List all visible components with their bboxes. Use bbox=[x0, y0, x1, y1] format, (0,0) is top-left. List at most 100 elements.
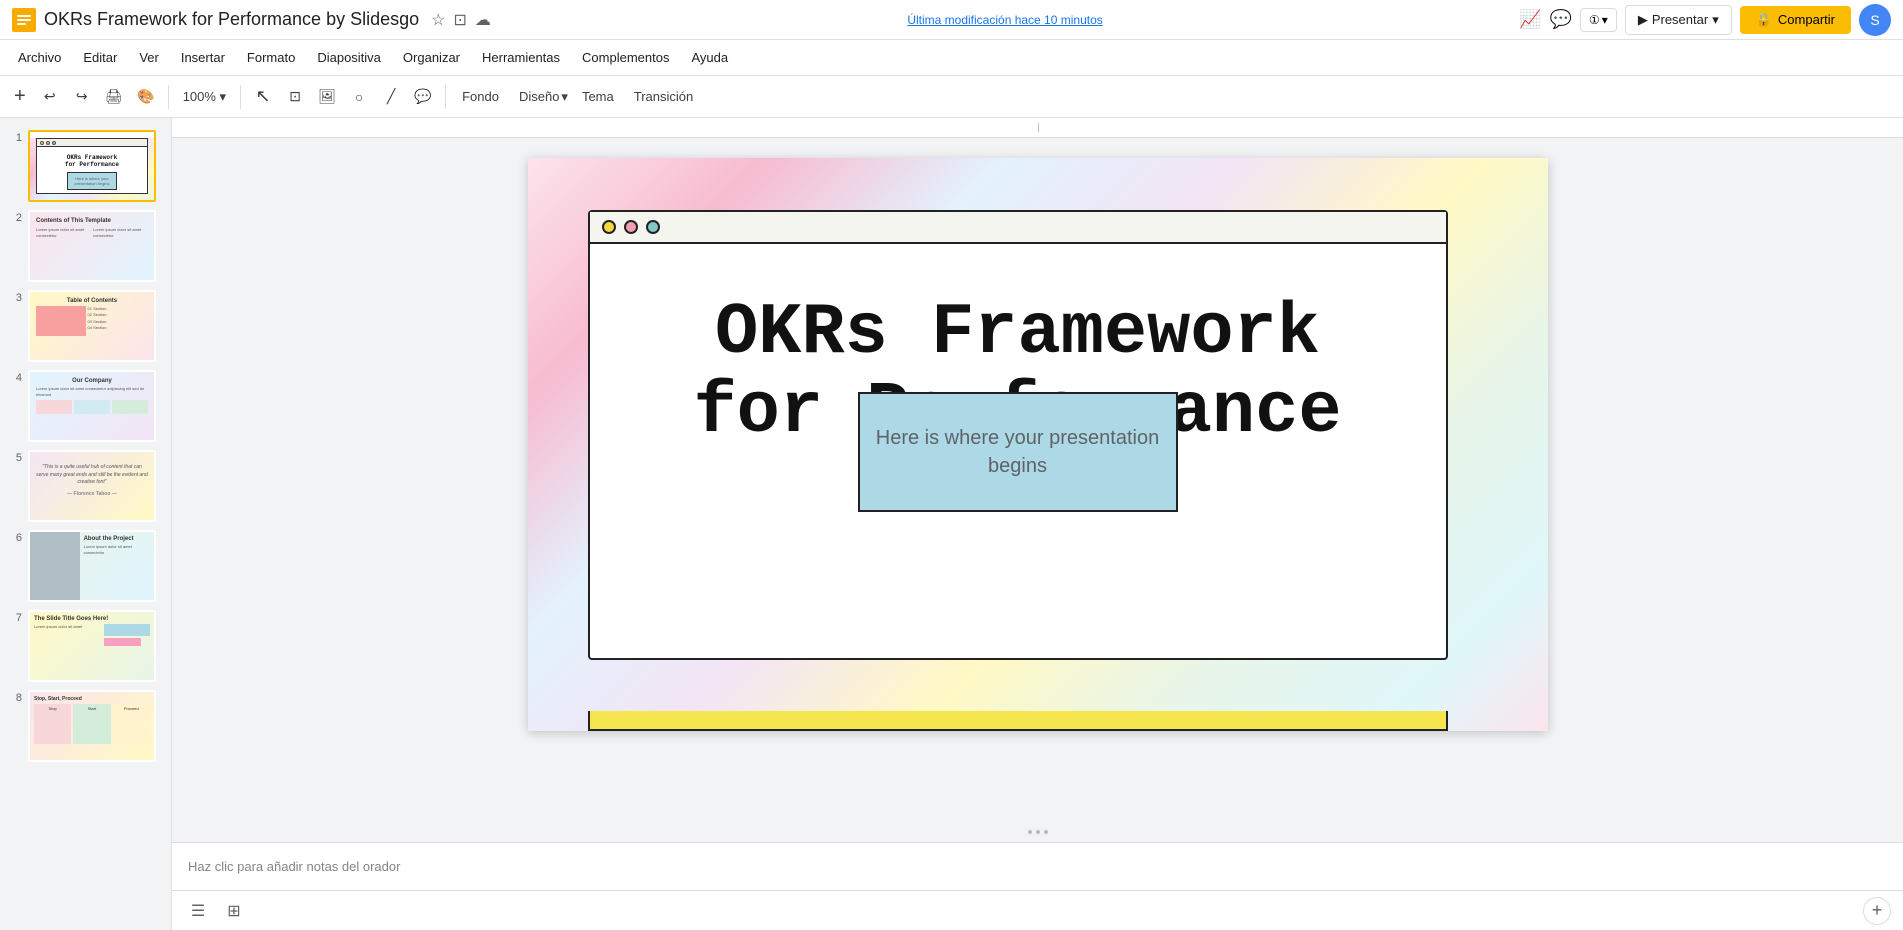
slide-thumbnail-3[interactable]: Table of Contents 01 Section02 Section03… bbox=[28, 290, 156, 362]
menu-insertar[interactable]: Insertar bbox=[171, 46, 235, 69]
share-lock-icon: 🔒 bbox=[1756, 12, 1772, 28]
browser-dot-teal bbox=[646, 220, 660, 234]
menu-organizar[interactable]: Organizar bbox=[393, 46, 470, 69]
zoom-button[interactable]: 100% ▾ bbox=[177, 83, 232, 111]
zoom-level: ① bbox=[1589, 13, 1600, 27]
add-button[interactable]: + bbox=[8, 83, 32, 111]
slide-number-7: 7 bbox=[8, 612, 22, 624]
share-label: Compartir bbox=[1778, 12, 1835, 27]
menu-ayuda[interactable]: Ayuda bbox=[681, 46, 738, 69]
slide-canvas: OKRs Framework for Performance Here is w… bbox=[528, 158, 1548, 731]
slide-number-1: 1 bbox=[8, 132, 22, 144]
analytics-icon[interactable]: 📈 bbox=[1519, 9, 1541, 30]
print-button[interactable]: 🖨 bbox=[100, 83, 128, 111]
cursor-tool[interactable]: ↖ bbox=[249, 83, 277, 111]
zoom-dropdown-icon: ▾ bbox=[1602, 13, 1608, 27]
paint-format-button[interactable]: 🎨 bbox=[132, 83, 160, 111]
browser-content: OKRs Framework for Performance Here is w… bbox=[590, 244, 1446, 502]
last-modified-text: Última modificación hace 10 minutos bbox=[907, 13, 1102, 27]
text-box-tool[interactable]: ⊡ bbox=[281, 83, 309, 111]
slide-number-4: 4 bbox=[8, 372, 22, 384]
bottom-toolbar: ☰ ⊞ + bbox=[172, 890, 1903, 930]
menu-bar: Archivo Editar Ver Insertar Formato Diap… bbox=[0, 40, 1903, 76]
bottom-right-controls: + bbox=[1863, 897, 1891, 925]
scroll-indicator bbox=[1028, 830, 1048, 834]
slide-number-3: 3 bbox=[8, 292, 22, 304]
present-label: Presentar bbox=[1652, 12, 1708, 27]
slide-thumbnail-8[interactable]: Stop, Start, Proceed Stop Start Proceed bbox=[28, 690, 156, 762]
transicion-button[interactable]: Transición bbox=[626, 85, 701, 108]
notes-placeholder: Haz clic para añadir notas del orador bbox=[188, 859, 400, 874]
redo-button[interactable]: ↪ bbox=[68, 83, 96, 111]
folder-icon[interactable]: ⊡ bbox=[453, 10, 466, 30]
menu-complementos[interactable]: Complementos bbox=[572, 46, 679, 69]
slide-item-2[interactable]: 2 Contents of This Template Lorem ipsum … bbox=[0, 206, 171, 286]
slide-thumbnail-4[interactable]: Our Company Lorem ipsum dolor sit amet c… bbox=[28, 370, 156, 442]
slide-item-3[interactable]: 3 Table of Contents 01 Section02 Section… bbox=[0, 286, 171, 366]
horizontal-ruler: | bbox=[172, 118, 1903, 138]
zoom-control[interactable]: ① ▾ bbox=[1580, 8, 1617, 32]
present-icon: ▶ bbox=[1638, 12, 1648, 28]
slide-item-8[interactable]: 8 Stop, Start, Proceed Stop Start Procee… bbox=[0, 686, 171, 766]
slide-number-8: 8 bbox=[8, 692, 22, 704]
slide-item-7[interactable]: 7 The Slide Title Goes Here! Lorem ipsum… bbox=[0, 606, 171, 686]
line-tool[interactable]: ╱ bbox=[377, 83, 405, 111]
toolbar-divider-1 bbox=[168, 85, 169, 109]
slide-item-6[interactable]: 6 About the Project Lorem ipsum dolor si… bbox=[0, 526, 171, 606]
chat-icon[interactable]: 💬 bbox=[1550, 9, 1572, 30]
fondo-button[interactable]: Fondo bbox=[454, 85, 507, 108]
app-logo-icon bbox=[12, 8, 36, 32]
subtitle-text: Here is where your presentation begins bbox=[876, 424, 1160, 480]
present-button[interactable]: ▶ Presentar ▾ bbox=[1625, 5, 1732, 35]
menu-diapositiva[interactable]: Diapositiva bbox=[307, 46, 391, 69]
slide-thumbnail-1[interactable]: OKRs Frameworkfor Performance Here is wh… bbox=[28, 130, 156, 202]
slide-item-4[interactable]: 4 Our Company Lorem ipsum dolor sit amet… bbox=[0, 366, 171, 446]
menu-ver[interactable]: Ver bbox=[129, 46, 169, 69]
share-button[interactable]: 🔒 Compartir bbox=[1740, 6, 1851, 34]
menu-formato[interactable]: Formato bbox=[237, 46, 305, 69]
add-slide-button[interactable]: + bbox=[1863, 897, 1891, 925]
comment-tool[interactable]: 💬 bbox=[409, 83, 437, 111]
avatar[interactable]: S bbox=[1859, 4, 1891, 36]
subtitle-box[interactable]: Here is where your presentation begins bbox=[858, 392, 1178, 512]
slide-number-5: 5 bbox=[8, 452, 22, 464]
shape-tool[interactable]: ○ bbox=[345, 83, 373, 111]
menu-editar[interactable]: Editar bbox=[73, 46, 127, 69]
slide-item-1[interactable]: 1 OKRs Frameworkfor Performance Here is … bbox=[0, 126, 171, 206]
slide-number-2: 2 bbox=[8, 212, 22, 224]
menu-herramientas[interactable]: Herramientas bbox=[472, 46, 570, 69]
slide-thumbnail-6[interactable]: About the Project Lorem ipsum dolor sit … bbox=[28, 530, 156, 602]
present-dropdown-icon: ▾ bbox=[1712, 12, 1719, 28]
header-buttons: ▶ Presentar ▾ 🔒 Compartir S bbox=[1625, 4, 1891, 36]
title-bar: OKRs Framework for Performance by Slides… bbox=[0, 0, 1903, 40]
slide-item-5[interactable]: 5 "This is a quite useful hub of content… bbox=[0, 446, 171, 526]
bottom-strip bbox=[588, 711, 1448, 731]
menu-archivo[interactable]: Archivo bbox=[8, 46, 71, 69]
diseno-button[interactable]: Diseño ▾ bbox=[511, 85, 570, 109]
browser-frame: OKRs Framework for Performance Here is w… bbox=[588, 210, 1448, 660]
slide-thumbnail-7[interactable]: The Slide Title Goes Here! Lorem ipsum d… bbox=[28, 610, 156, 682]
list-view-button[interactable]: ☰ bbox=[184, 897, 212, 925]
image-tool[interactable]: 🖼 bbox=[313, 83, 341, 111]
slide-thumbnail-2[interactable]: Contents of This Template Lorem ipsum do… bbox=[28, 210, 156, 282]
canvas-scroll[interactable]: OKRs Framework for Performance Here is w… bbox=[172, 138, 1903, 842]
browser-titlebar bbox=[590, 212, 1446, 244]
canvas-area: | OKRs Framework for Performance bbox=[172, 118, 1903, 930]
toolbar: + ↩ ↪ 🖨 🎨 100% ▾ ↖ ⊡ 🖼 ○ ╱ 💬 Fondo Diseñ… bbox=[0, 76, 1903, 118]
cloud-icon[interactable]: ☁ bbox=[475, 10, 491, 30]
document-title: OKRs Framework for Performance by Slides… bbox=[44, 9, 419, 30]
toolbar-divider-2 bbox=[240, 85, 241, 109]
slides-panel: 1 OKRs Frameworkfor Performance Here is … bbox=[0, 118, 172, 930]
browser-dot-yellow bbox=[602, 220, 616, 234]
star-icon[interactable]: ☆ bbox=[431, 10, 445, 30]
diseno-dropdown-icon: ▾ bbox=[561, 89, 568, 105]
undo-button[interactable]: ↩ bbox=[36, 83, 64, 111]
browser-dot-pink bbox=[624, 220, 638, 234]
toolbar-divider-3 bbox=[445, 85, 446, 109]
tema-button[interactable]: Tema bbox=[574, 85, 622, 108]
main-content: 1 OKRs Frameworkfor Performance Here is … bbox=[0, 118, 1903, 930]
notes-area[interactable]: Haz clic para añadir notas del orador bbox=[172, 842, 1903, 890]
slide-thumbnail-5[interactable]: "This is a quite useful hub of content t… bbox=[28, 450, 156, 522]
grid-view-button[interactable]: ⊞ bbox=[220, 897, 248, 925]
slide-number-6: 6 bbox=[8, 532, 22, 544]
